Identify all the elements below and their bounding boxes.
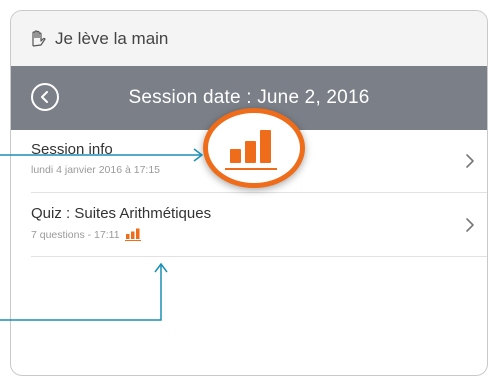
annotation-pointers [0, 148, 204, 321]
